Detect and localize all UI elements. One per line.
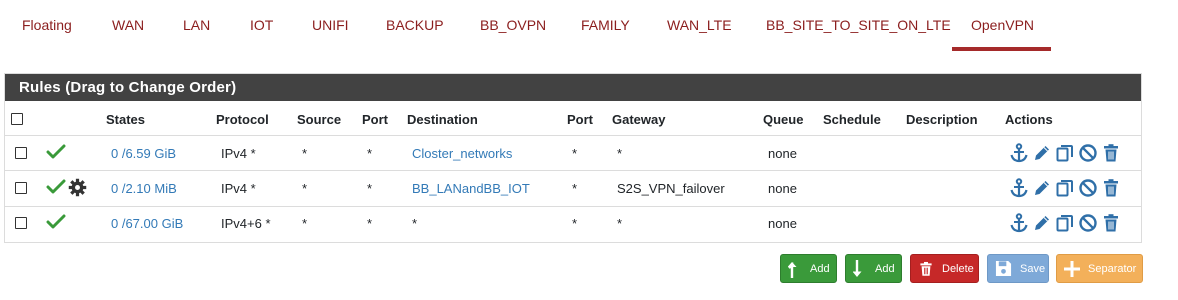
destination-link[interactable]: Closter_networks [412, 146, 512, 161]
tab-unifi[interactable]: UNIFI [312, 17, 349, 33]
arrow-down-icon [853, 259, 867, 279]
separator-label: Separator [1088, 262, 1137, 275]
trash-icon[interactable] [1101, 213, 1121, 233]
panel-title: Rules (Drag to Change Order) [5, 74, 1141, 101]
row-actions [1009, 213, 1121, 233]
copy-icon[interactable] [1055, 143, 1075, 163]
copy-icon[interactable] [1055, 213, 1075, 233]
anchor-icon[interactable] [1009, 178, 1029, 198]
row-actions [1009, 143, 1121, 163]
divider [5, 135, 1141, 136]
tab-wan-lte[interactable]: WAN_LTE [667, 17, 732, 33]
port: * [367, 181, 373, 196]
gateway: * [617, 146, 623, 161]
tab-lan[interactable]: LAN [183, 17, 210, 33]
header-source: Source [297, 112, 342, 127]
add-top-button[interactable]: Add [780, 254, 837, 283]
row-actions [1009, 178, 1121, 198]
trash-icon[interactable] [1101, 143, 1121, 163]
states-link[interactable]: 0 /6.59 GiB [111, 146, 176, 161]
add-top-label: Add [810, 262, 830, 275]
port: * [367, 146, 373, 161]
header-protocol: Protocol [216, 112, 269, 127]
gateway: S2S_VPN_failover [617, 181, 725, 196]
divider [5, 170, 1141, 171]
tab-wan[interactable]: WAN [112, 17, 144, 33]
queue: none [768, 216, 797, 231]
delete-button[interactable]: Delete [910, 254, 979, 283]
row-checkbox[interactable] [15, 182, 27, 194]
header-schedule: Schedule [823, 112, 881, 127]
plus-icon [1064, 260, 1080, 277]
tab-openvpn[interactable]: OpenVPN [971, 17, 1034, 33]
arrow-up-icon [788, 259, 802, 279]
save-button[interactable]: Save [987, 254, 1049, 283]
header-queue: Queue [763, 112, 804, 127]
pencil-icon[interactable] [1032, 143, 1052, 163]
check-icon[interactable] [46, 214, 66, 230]
row-checkbox[interactable] [15, 217, 27, 229]
header-actions: Actions [1005, 112, 1053, 127]
tab-bb-site-to-site-on-lte[interactable]: BB_SITE_TO_SITE_ON_LTE [766, 17, 951, 33]
anchor-icon[interactable] [1009, 143, 1029, 163]
protocol: IPv4+6 * [221, 216, 271, 231]
header-port: Port [362, 112, 388, 127]
select-all-checkbox[interactable] [11, 113, 23, 125]
tab-bb-ovpn[interactable]: BB_OVPN [480, 17, 546, 33]
header-destination: Destination [407, 112, 478, 127]
queue: none [768, 181, 797, 196]
save-label: Save [1020, 262, 1046, 275]
dest-port: * [572, 181, 578, 196]
tab-floating[interactable]: Floating [22, 17, 72, 33]
source: * [302, 181, 308, 196]
tab-family[interactable]: FAMILY [581, 17, 630, 33]
port: * [367, 216, 373, 231]
header-states: States [106, 112, 146, 127]
states-link[interactable]: 0 /67.00 GiB [111, 216, 183, 231]
save-icon [995, 260, 1012, 277]
source: * [302, 216, 308, 231]
dest-port: * [572, 146, 578, 161]
anchor-icon[interactable] [1009, 213, 1029, 233]
delete-label: Delete [942, 262, 974, 275]
check-icon[interactable] [46, 144, 66, 160]
row-checkbox[interactable] [15, 147, 27, 159]
pencil-icon[interactable] [1032, 178, 1052, 198]
source: * [302, 146, 308, 161]
check-icon[interactable] [46, 179, 66, 195]
gateway: * [617, 216, 623, 231]
trash-icon [918, 260, 934, 278]
header-description: Description [906, 112, 978, 127]
disable-icon[interactable] [1078, 213, 1098, 233]
rules-panel: Rules (Drag to Change Order) States Prot… [4, 73, 1142, 243]
dest-port: * [572, 216, 578, 231]
destination-link[interactable]: BB_LANandBB_IOT [412, 181, 530, 196]
tab-bar: Floating WAN LAN IOT UNIFI BACKUP BB_OVP… [0, 0, 1178, 52]
separator-button[interactable]: Separator [1056, 254, 1143, 283]
disable-icon[interactable] [1078, 178, 1098, 198]
header-gateway: Gateway [612, 112, 666, 127]
destination: * [412, 216, 418, 231]
trash-icon[interactable] [1101, 178, 1121, 198]
add-bottom-button[interactable]: Add [845, 254, 902, 283]
tab-backup[interactable]: BACKUP [386, 17, 444, 33]
divider [5, 206, 1141, 207]
tab-iot[interactable]: IOT [250, 17, 273, 33]
copy-icon[interactable] [1055, 178, 1075, 198]
protocol: IPv4 * [221, 146, 256, 161]
add-bottom-label: Add [875, 262, 895, 275]
header-dest-port: Port [567, 112, 593, 127]
protocol: IPv4 * [221, 181, 256, 196]
states-link[interactable]: 0 /2.10 MiB [111, 181, 177, 196]
active-tab-indicator [952, 47, 1051, 51]
gear-icon[interactable] [68, 178, 87, 197]
disable-icon[interactable] [1078, 143, 1098, 163]
pencil-icon[interactable] [1032, 213, 1052, 233]
queue: none [768, 146, 797, 161]
